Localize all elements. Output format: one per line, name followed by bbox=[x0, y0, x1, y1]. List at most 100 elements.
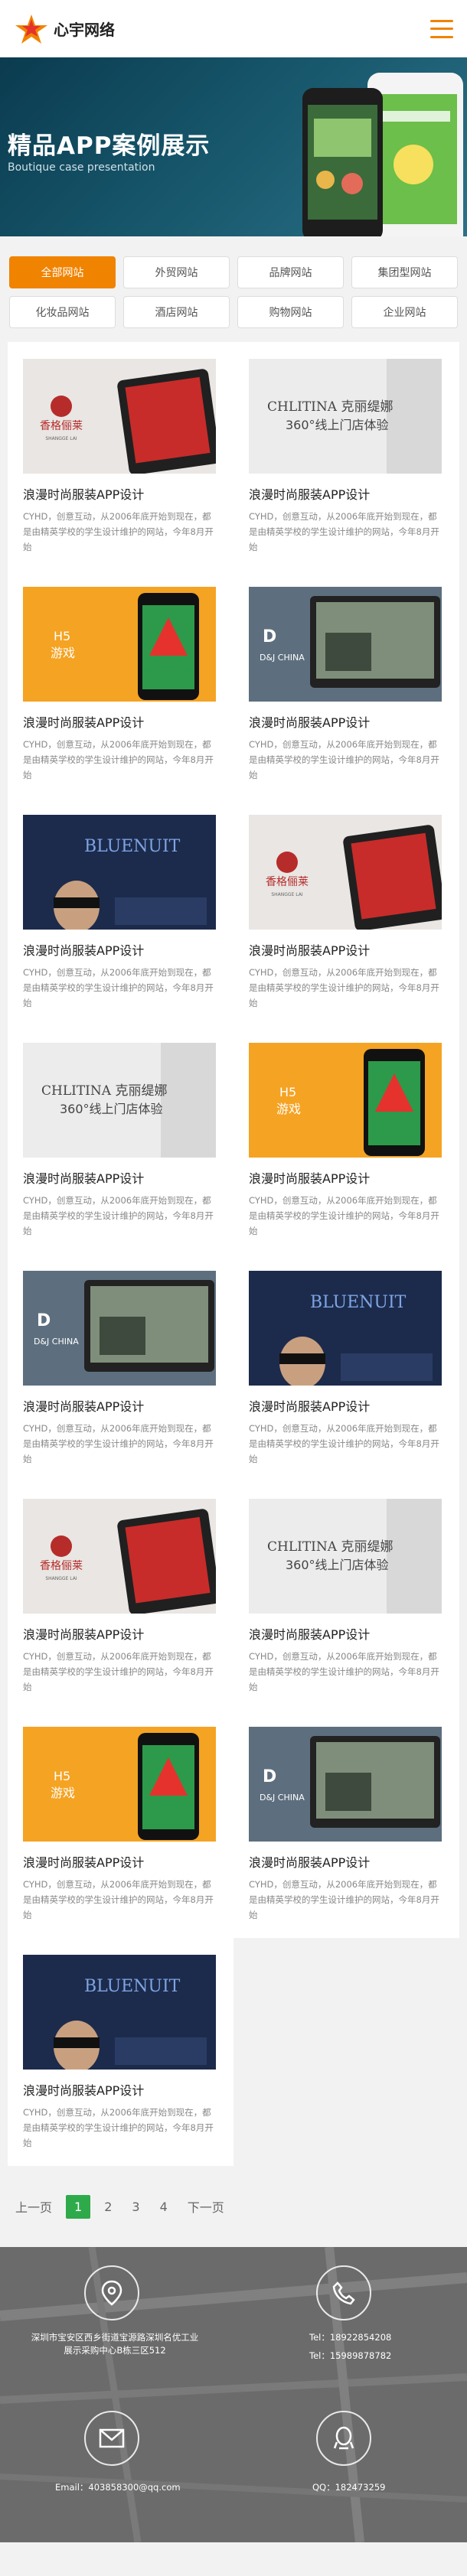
pagination-page[interactable]: 4 bbox=[154, 2195, 174, 2219]
case-card[interactable]: D D&J CHINA 浪漫时尚服装APP设计 CYHD，创意互动，从2006年底开始… bbox=[234, 1710, 459, 1938]
svg-text:CHLITINA 克丽缇娜: CHLITINA 克丽缇娜 bbox=[41, 1083, 167, 1099]
svg-text:CHLITINA 克丽缇娜: CHLITINA 克丽缇娜 bbox=[267, 399, 393, 415]
svg-text:H5: H5 bbox=[279, 1085, 296, 1099]
case-title[interactable]: 浪漫时尚服装APP设计 bbox=[23, 1852, 218, 1871]
svg-text:CHLITINA 克丽缇娜: CHLITINA 克丽缇娜 bbox=[267, 1539, 393, 1555]
case-card[interactable]: BLUENUIT 浪漫时尚服装APP设计 CYHD，创意互动，从2006年底开始到现… bbox=[8, 1938, 234, 2166]
filter-button[interactable]: 全部网站 bbox=[9, 256, 116, 288]
pagination-page[interactable]: 2 bbox=[98, 2195, 118, 2219]
case-thumbnail[interactable]: D D&J CHINA bbox=[23, 1271, 216, 1386]
case-thumbnail[interactable]: 香格俪莱 SHANGGE LAI bbox=[249, 815, 442, 930]
svg-text:游戏: 游戏 bbox=[276, 1102, 301, 1116]
case-title[interactable]: 浪漫时尚服装APP设计 bbox=[23, 1624, 218, 1643]
footer-qq[interactable]: QQ：182473259 bbox=[312, 2481, 385, 2494]
case-thumbnail[interactable]: BLUENUIT bbox=[23, 1955, 216, 2070]
pagination-page[interactable]: 1 bbox=[66, 2194, 91, 2219]
case-thumbnail[interactable]: 香格俪莱 SHANGGE LAI bbox=[23, 1499, 216, 1614]
case-card[interactable]: BLUENUIT 浪漫时尚服装APP设计 CYHD，创意互动，从2006年底开始到现… bbox=[234, 1254, 459, 1482]
case-title[interactable]: 浪漫时尚服装APP设计 bbox=[249, 1624, 444, 1643]
footer-tel-1[interactable]: Tel：18922854208 bbox=[309, 2331, 391, 2344]
filter-button[interactable]: 品牌网站 bbox=[237, 256, 344, 288]
case-card[interactable]: D D&J CHINA 浪漫时尚服装APP设计 CYHD，创意互动，从2006年底开始… bbox=[8, 1254, 234, 1482]
case-thumbnail[interactable]: BLUENUIT bbox=[249, 1271, 442, 1386]
svg-text:SHANGGE LAI: SHANGGE LAI bbox=[45, 436, 77, 441]
location-icon bbox=[84, 2265, 139, 2320]
case-description: CYHD，创意互动，从2006年底开始到现在，都是由精英学校的学生设计维护的网站… bbox=[23, 1195, 214, 1236]
case-card[interactable]: CHLITINA 克丽缇娜 360°线上门店体验浪漫时尚服装APP设计 CYHD，创… bbox=[234, 342, 459, 570]
svg-text:游戏: 游戏 bbox=[51, 646, 75, 660]
case-description: CYHD，创意互动，从2006年底开始到现在，都是由精英学校的学生设计维护的网站… bbox=[23, 511, 214, 552]
pagination-page[interactable]: 3 bbox=[126, 2195, 145, 2219]
case-grid: 香格俪莱 SHANGGE LAI 浪漫时尚服装APP设计 CYHD，创意互动，从200… bbox=[0, 342, 467, 2166]
case-thumbnail[interactable]: D D&J CHINA bbox=[249, 1727, 442, 1842]
filter-button[interactable]: 企业网站 bbox=[351, 296, 458, 328]
case-thumbnail[interactable]: CHLITINA 克丽缇娜 360°线上门店体验 bbox=[23, 1043, 216, 1158]
case-title[interactable]: 浪漫时尚服装APP设计 bbox=[23, 712, 218, 731]
case-card[interactable]: H5 游戏 浪漫时尚服装APP设计 CYHD，创意互动，从2006年底开始到现在，都是… bbox=[8, 570, 234, 798]
case-thumbnail[interactable]: H5 游戏 bbox=[249, 1043, 442, 1158]
case-description: CYHD，创意互动，从2006年底开始到现在，都是由精英学校的学生设计维护的网站… bbox=[23, 1423, 214, 1464]
grid-filler bbox=[234, 1938, 459, 2166]
case-thumbnail[interactable]: 香格俪莱 SHANGGE LAI bbox=[23, 359, 216, 474]
pagination-prev[interactable]: 上一页 bbox=[9, 2193, 58, 2220]
banner-title: 精品APP案例展示 bbox=[8, 132, 211, 160]
case-description: CYHD，创意互动，从2006年底开始到现在，都是由精英学校的学生设计维护的网站… bbox=[249, 1423, 439, 1464]
case-card[interactable]: 香格俪莱 SHANGGE LAI 浪漫时尚服装APP设计 CYHD，创意互动，从200… bbox=[8, 1482, 234, 1710]
case-title[interactable]: 浪漫时尚服装APP设计 bbox=[249, 1168, 444, 1187]
case-title[interactable]: 浪漫时尚服装APP设计 bbox=[249, 940, 444, 959]
filter-button[interactable]: 酒店网站 bbox=[123, 296, 230, 328]
case-description: CYHD，创意互动，从2006年底开始到现在，都是由精英学校的学生设计维护的网站… bbox=[249, 967, 439, 1008]
case-thumbnail[interactable]: D D&J CHINA bbox=[249, 587, 442, 702]
filter-button[interactable]: 化妆品网站 bbox=[9, 296, 116, 328]
case-card[interactable]: H5 游戏浪漫时尚服装APP设计 CYHD，创意互动，从2006年底开始到现在，都是… bbox=[8, 1710, 234, 1938]
phone-icon[interactable] bbox=[316, 2265, 371, 2320]
qq-icon[interactable] bbox=[316, 2411, 371, 2466]
svg-text:D: D bbox=[263, 1767, 276, 1786]
svg-text:SHANGGE LAI: SHANGGE LAI bbox=[271, 892, 302, 897]
case-thumbnail[interactable]: BLUENUIT bbox=[23, 815, 216, 930]
case-card[interactable]: CHLITINA 克丽缇娜 360°线上门店体验浪漫时尚服装APP设计 CYHD，创… bbox=[234, 1482, 459, 1710]
case-thumbnail[interactable]: CHLITINA 克丽缇娜 360°线上门店体验 bbox=[249, 359, 442, 474]
case-card[interactable]: 香格俪莱 SHANGGE LAI 浪漫时尚服装APP设计 CYHD，创意互动，从200… bbox=[8, 342, 234, 570]
case-card[interactable]: 香格俪莱 SHANGGE LAI 浪漫时尚服装APP设计 CYHD，创意互动，从200… bbox=[234, 798, 459, 1026]
svg-text:360°线上门店体验: 360°线上门店体验 bbox=[286, 1558, 389, 1572]
svg-text:香格俪莱: 香格俪莱 bbox=[266, 876, 309, 888]
case-thumbnail[interactable]: CHLITINA 克丽缇娜 360°线上门店体验 bbox=[249, 1499, 442, 1614]
filter-button[interactable]: 外贸网站 bbox=[123, 256, 230, 288]
case-title[interactable]: 浪漫时尚服装APP设计 bbox=[249, 1396, 444, 1415]
svg-text:香格俪莱: 香格俪莱 bbox=[40, 420, 83, 432]
case-title[interactable]: 浪漫时尚服装APP设计 bbox=[23, 1168, 218, 1187]
pagination-next[interactable]: 下一页 bbox=[181, 2193, 230, 2220]
logo[interactable]: 心宇网络 bbox=[12, 13, 115, 45]
phone-mockup-illustration bbox=[302, 73, 463, 236]
case-description: CYHD，创意互动，从2006年底开始到现在，都是由精英学校的学生设计维护的网站… bbox=[249, 511, 439, 552]
svg-text:SHANGGE LAI: SHANGGE LAI bbox=[45, 1576, 77, 1581]
case-card[interactable]: CHLITINA 克丽缇娜 360°线上门店体验浪漫时尚服装APP设计 CYHD，创… bbox=[8, 1026, 234, 1254]
case-title[interactable]: 浪漫时尚服装APP设计 bbox=[23, 1396, 218, 1415]
case-card[interactable]: BLUENUIT 浪漫时尚服装APP设计 CYHD，创意互动，从2006年底开始到现… bbox=[8, 798, 234, 1026]
case-description: CYHD，创意互动，从2006年底开始到现在，都是由精英学校的学生设计维护的网站… bbox=[249, 1195, 439, 1236]
case-title[interactable]: 浪漫时尚服装APP设计 bbox=[249, 1852, 444, 1871]
mail-icon[interactable] bbox=[84, 2411, 139, 2466]
case-thumbnail[interactable]: H5 游戏 bbox=[23, 1727, 216, 1842]
case-thumbnail[interactable]: H5 游戏 bbox=[23, 587, 216, 702]
case-card[interactable]: H5 游戏浪漫时尚服装APP设计 CYHD，创意互动，从2006年底开始到现在，都是… bbox=[234, 1026, 459, 1254]
footer-tel-2[interactable]: Tel：15989878782 bbox=[309, 2350, 391, 2363]
case-description: CYHD，创意互动，从2006年底开始到现在，都是由精英学校的学生设计维护的网站… bbox=[23, 967, 214, 1008]
case-title[interactable]: 浪漫时尚服装APP设计 bbox=[249, 712, 444, 731]
case-title[interactable]: 浪漫时尚服装APP设计 bbox=[23, 2080, 218, 2099]
footer-email[interactable]: Email：403858300@qq.com bbox=[55, 2481, 181, 2494]
svg-text:360°线上门店体验: 360°线上门店体验 bbox=[286, 418, 389, 432]
case-card[interactable]: D D&J CHINA 浪漫时尚服装APP设计 CYHD，创意互动，从2006年底开始… bbox=[234, 570, 459, 798]
case-description: CYHD，创意互动，从2006年底开始到现在，都是由精英学校的学生设计维护的网站… bbox=[249, 1651, 439, 1692]
case-title[interactable]: 浪漫时尚服装APP设计 bbox=[23, 484, 218, 503]
svg-text:D: D bbox=[37, 1311, 51, 1330]
filter-button[interactable]: 购物网站 bbox=[237, 296, 344, 328]
case-title[interactable]: 浪漫时尚服装APP设计 bbox=[249, 484, 444, 503]
svg-text:BLUENUIT: BLUENUIT bbox=[84, 837, 181, 856]
case-description: CYHD，创意互动，从2006年底开始到现在，都是由精英学校的学生设计维护的网站… bbox=[249, 739, 439, 780]
hamburger-menu-icon[interactable] bbox=[430, 19, 453, 38]
filter-button[interactable]: 集团型网站 bbox=[351, 256, 458, 288]
case-title[interactable]: 浪漫时尚服装APP设计 bbox=[23, 940, 218, 959]
case-description: CYHD，创意互动，从2006年底开始到现在，都是由精英学校的学生设计维护的网站… bbox=[23, 1879, 214, 1920]
